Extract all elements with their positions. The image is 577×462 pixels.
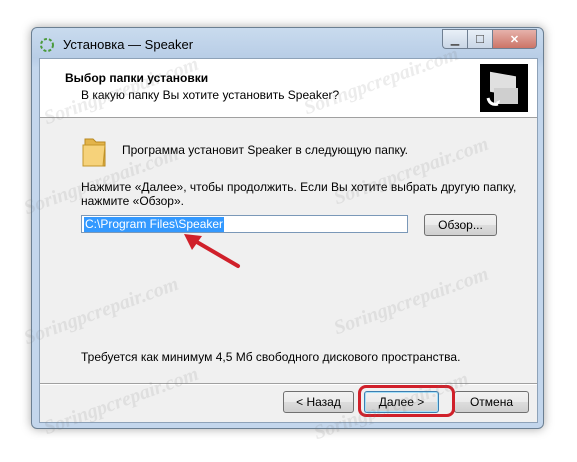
installer-logo-icon [480,64,528,112]
maximize-button[interactable]: ☐ [467,29,492,49]
footer-separator [40,383,537,385]
install-intro-text: Программа установит Speaker в следующую … [122,143,408,157]
page-title: Выбор папки установки [65,71,209,85]
close-button[interactable]: ✕ [492,29,537,49]
minimize-button[interactable]: ▁ [442,29,467,49]
wizard-header: Выбор папки установки В какую папку Вы х… [40,59,537,118]
dialog-content: Выбор папки установки В какую папку Вы х… [39,58,538,423]
cancel-button[interactable]: Отмена [454,391,529,413]
instructions-line-1: Нажмите «Далее», чтобы продолжить. Если … [81,180,517,194]
installer-window: Установка — Speaker ▁ ☐ ✕ Выбор папки ус… [31,27,544,429]
folder-icon [82,138,106,167]
window-controls: ▁ ☐ ✕ [442,29,537,49]
back-button[interactable]: < Назад [283,391,354,413]
instructions-line-2: нажмите «Обзор». [81,194,184,208]
next-button-highlight [358,385,455,417]
cancel-label: Отмена [469,395,514,409]
annotation-arrow-icon [184,234,240,268]
page-subtitle: В какую папку Вы хотите установить Speak… [81,88,340,102]
window-title: Установка — Speaker [63,37,194,52]
setup-app-icon [40,38,54,52]
browse-label: Обзор... [438,218,483,232]
title-bar[interactable]: Установка — Speaker ▁ ☐ ✕ [32,28,543,58]
browse-button[interactable]: Обзор... [424,214,497,236]
disk-space-text: Требуется как минимум 4,5 Мб свободного … [81,350,461,364]
back-label: < Назад [296,395,341,409]
